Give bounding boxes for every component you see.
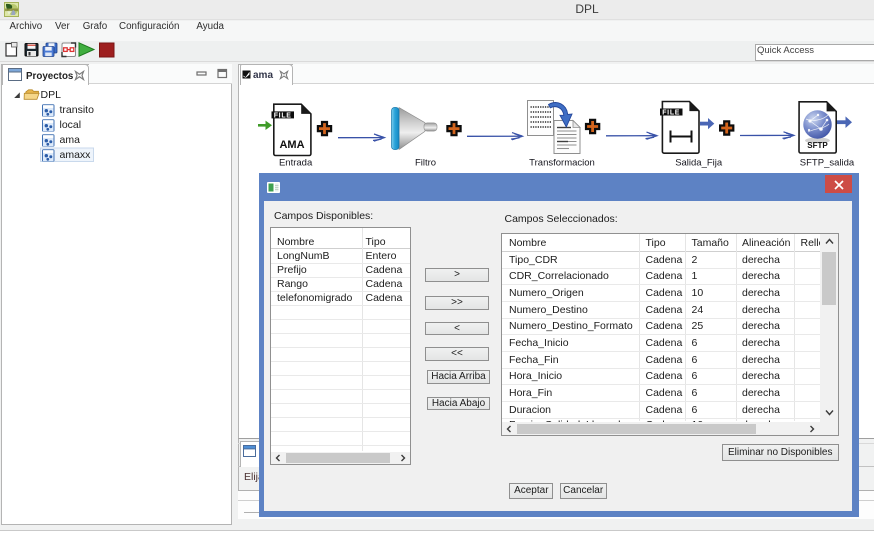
svg-text:Salida_Fija: Salida_Fija [675, 158, 723, 169]
svg-text:Entrada: Entrada [279, 158, 313, 169]
svg-text:AMA: AMA [279, 139, 304, 151]
svg-text:SFTP_salida: SFTP_salida [800, 158, 855, 169]
svg-text:Transformacion: Transformacion [529, 158, 595, 169]
svg-text:FILE: FILE [662, 109, 680, 116]
svg-text:FILE: FILE [274, 112, 292, 119]
svg-text:Filtro: Filtro [415, 158, 436, 169]
svg-text:SFTP: SFTP [807, 141, 828, 150]
